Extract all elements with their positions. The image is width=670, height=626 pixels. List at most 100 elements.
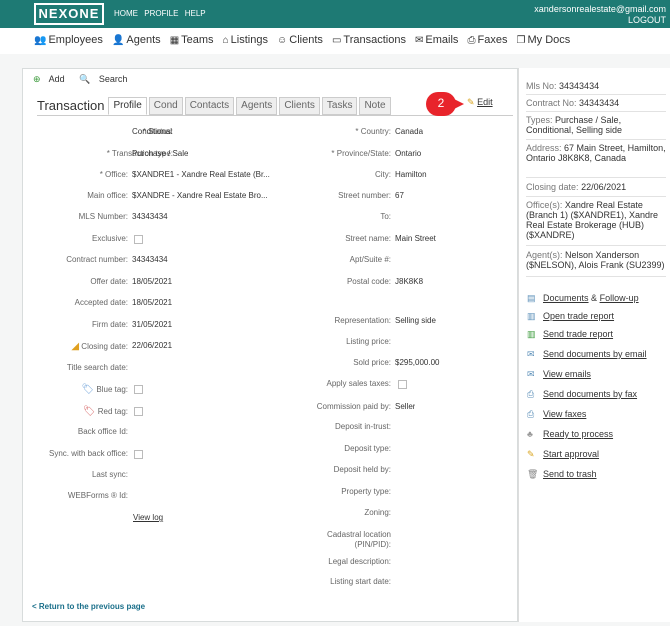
send-trade-report-icon: ▥ [527,329,536,339]
apply-sales-taxes-checkbox[interactable] [398,380,407,389]
logo: NEXONE [34,3,104,25]
step-badge: 2 [426,92,464,116]
commission-paid-by-label: Commission paid by: [316,402,391,411]
menu-transactions[interactable]: ▭ Transactions [332,34,406,46]
agents-icon: 👤 [111,35,125,46]
link-label: Ready to process [543,429,614,439]
tab-profile[interactable]: Profile [108,97,147,115]
menu-employees[interactable]: 👥 Employees [34,34,103,46]
open-trade-report-link[interactable]: ▥ Open trade report [527,311,614,322]
sidebar-closing: Closing date: 22/06/2021 [526,182,668,192]
types-label: Types: [526,115,553,125]
sidebar-agents: Agent(s): Nelson Xanderson ($NELSON), Al… [526,250,668,270]
blue-tag-checkbox[interactable] [134,385,143,394]
open-trade-report-icon: ▥ [527,311,536,321]
menu-mydocs[interactable]: ❐ My Docs [517,34,571,46]
start-approval-link[interactable]: ✎ Start approval [527,449,599,460]
send-documents-fax-link[interactable]: ⎙ Send documents by fax [527,389,637,400]
property-type-label: Property type: [341,487,391,496]
view-emails-link[interactable]: ✉ View emails [527,369,591,380]
nav-home[interactable]: HOME [114,9,138,18]
documents-followup-link[interactable]: ▤ Documents & Follow-up [527,293,639,304]
menu-teams[interactable]: ▦ Teams [170,34,214,46]
view-log-link[interactable]: View log [133,513,163,522]
agents-label: Agent(s): [526,250,563,260]
menu-clients[interactable]: ☺ Clients [277,34,323,46]
tab-contacts[interactable]: Contacts [184,97,235,115]
nav-profile[interactable]: PROFILE [144,9,178,18]
ready-to-process-link[interactable]: ♣ Ready to process [527,429,613,439]
view-emails-icon: ✉ [527,369,535,379]
transactions-icon: ▭ [331,35,342,46]
faxes-icon: ⎙ [467,35,476,46]
closing-date-value: 22/06/2021 [132,341,173,350]
sidebar-address: Address: 67 Main Street, Hamilton, Ontar… [526,143,668,163]
top-nav: HOME PROFILE HELP [114,9,210,18]
commission-paid-by-value: Seller [395,402,416,411]
red-tag-checkbox[interactable] [134,407,143,416]
documents-icon: ▤ [527,293,536,303]
return-link[interactable]: < Return to the previous page [32,602,145,611]
postal-code-value: J8K8K8 [395,277,424,286]
representation-value: Selling side [395,316,436,325]
link-label: Start approval [543,449,600,459]
send-trade-report-link[interactable]: ▥ Send trade report [527,329,613,340]
top-bar: NEXONE HOME PROFILE HELP xandersonreales… [0,0,670,28]
street-name-label: Street name: [345,234,391,243]
tab-tasks[interactable]: Tasks [321,97,358,115]
send-fax-icon: ⎙ [527,389,535,399]
divider [526,177,666,178]
tab-cond[interactable]: Cond [148,97,183,115]
menu-listings[interactable]: ⌂ Listings [223,34,268,46]
webforms-id-label: WEBForms ® Id: [67,491,128,500]
divider [526,139,666,140]
menu-agents[interactable]: 👤 Agents [112,34,161,46]
country-label: * Country: [355,127,391,136]
documents-label[interactable]: Documents [543,293,589,303]
link-label: Send documents by email [543,349,647,359]
firm-date-value: 31/05/2021 [132,320,173,329]
city-label: City: [375,170,391,179]
status-value: Conditional [132,127,173,136]
tab-note[interactable]: Note [359,97,391,115]
search-icon: 🔍 [79,74,91,84]
exclusive-checkbox[interactable] [134,235,143,244]
edit-button[interactable]: ✎ Edit [467,97,493,108]
transaction-type-value: Purchase / Sale [132,149,189,158]
logout-link[interactable]: LOGOUT [534,15,666,26]
trash-icon: 🗑 [527,469,539,479]
summary-sidebar: Mls No: 34343434 Contract No: 34343434 T… [518,68,670,622]
add-icon: ⊕ [33,74,41,84]
contract-value: 34343434 [579,98,620,108]
listing-start-date-label: Listing start date: [330,577,391,586]
closing-date-text: Closing date: [81,342,128,351]
menu-faxes[interactable]: ⎙ Faxes [467,34,507,46]
closing-bell-icon: ◢ [71,341,80,352]
accepted-date-value: 18/05/2021 [132,298,173,307]
sync-back-office-checkbox[interactable] [134,450,143,459]
closing-value: 22/06/2021 [581,182,627,192]
page-title: Transaction [37,98,105,113]
send-to-trash-link[interactable]: 🗑 Send to trash [527,469,597,480]
sold-price-label: Sold price: [353,358,391,367]
tab-clients[interactable]: Clients [279,97,320,115]
tab-agents[interactable]: Agents [236,97,278,115]
closing-date-label: ◢ Closing date: [71,341,128,352]
link-label: View faxes [543,409,587,419]
sidebar-types: Types: Purchase / Sale, Conditional, Sel… [526,115,668,135]
followup-label[interactable]: Follow-up [600,293,639,303]
send-documents-email-link[interactable]: ✉ Send documents by email [527,349,647,360]
search-button[interactable]: 🔍 Search [79,74,133,84]
mls-number-value: 34343434 [132,212,168,221]
divider [526,111,666,112]
view-faxes-link[interactable]: ⎙ View faxes [527,409,586,420]
emails-icon: ✉ [415,35,424,46]
blue-tag-icon: 🏷 [81,384,95,395]
street-name-value: Main Street [395,234,436,243]
nav-help[interactable]: HELP [185,9,206,18]
street-number-label: Street number: [338,191,391,200]
add-button[interactable]: ⊕ Add [33,74,71,84]
menu-emails[interactable]: ✉ Emails [415,34,458,46]
mls-label: Mls No: [526,81,557,91]
link-label: Open trade report [543,311,615,321]
